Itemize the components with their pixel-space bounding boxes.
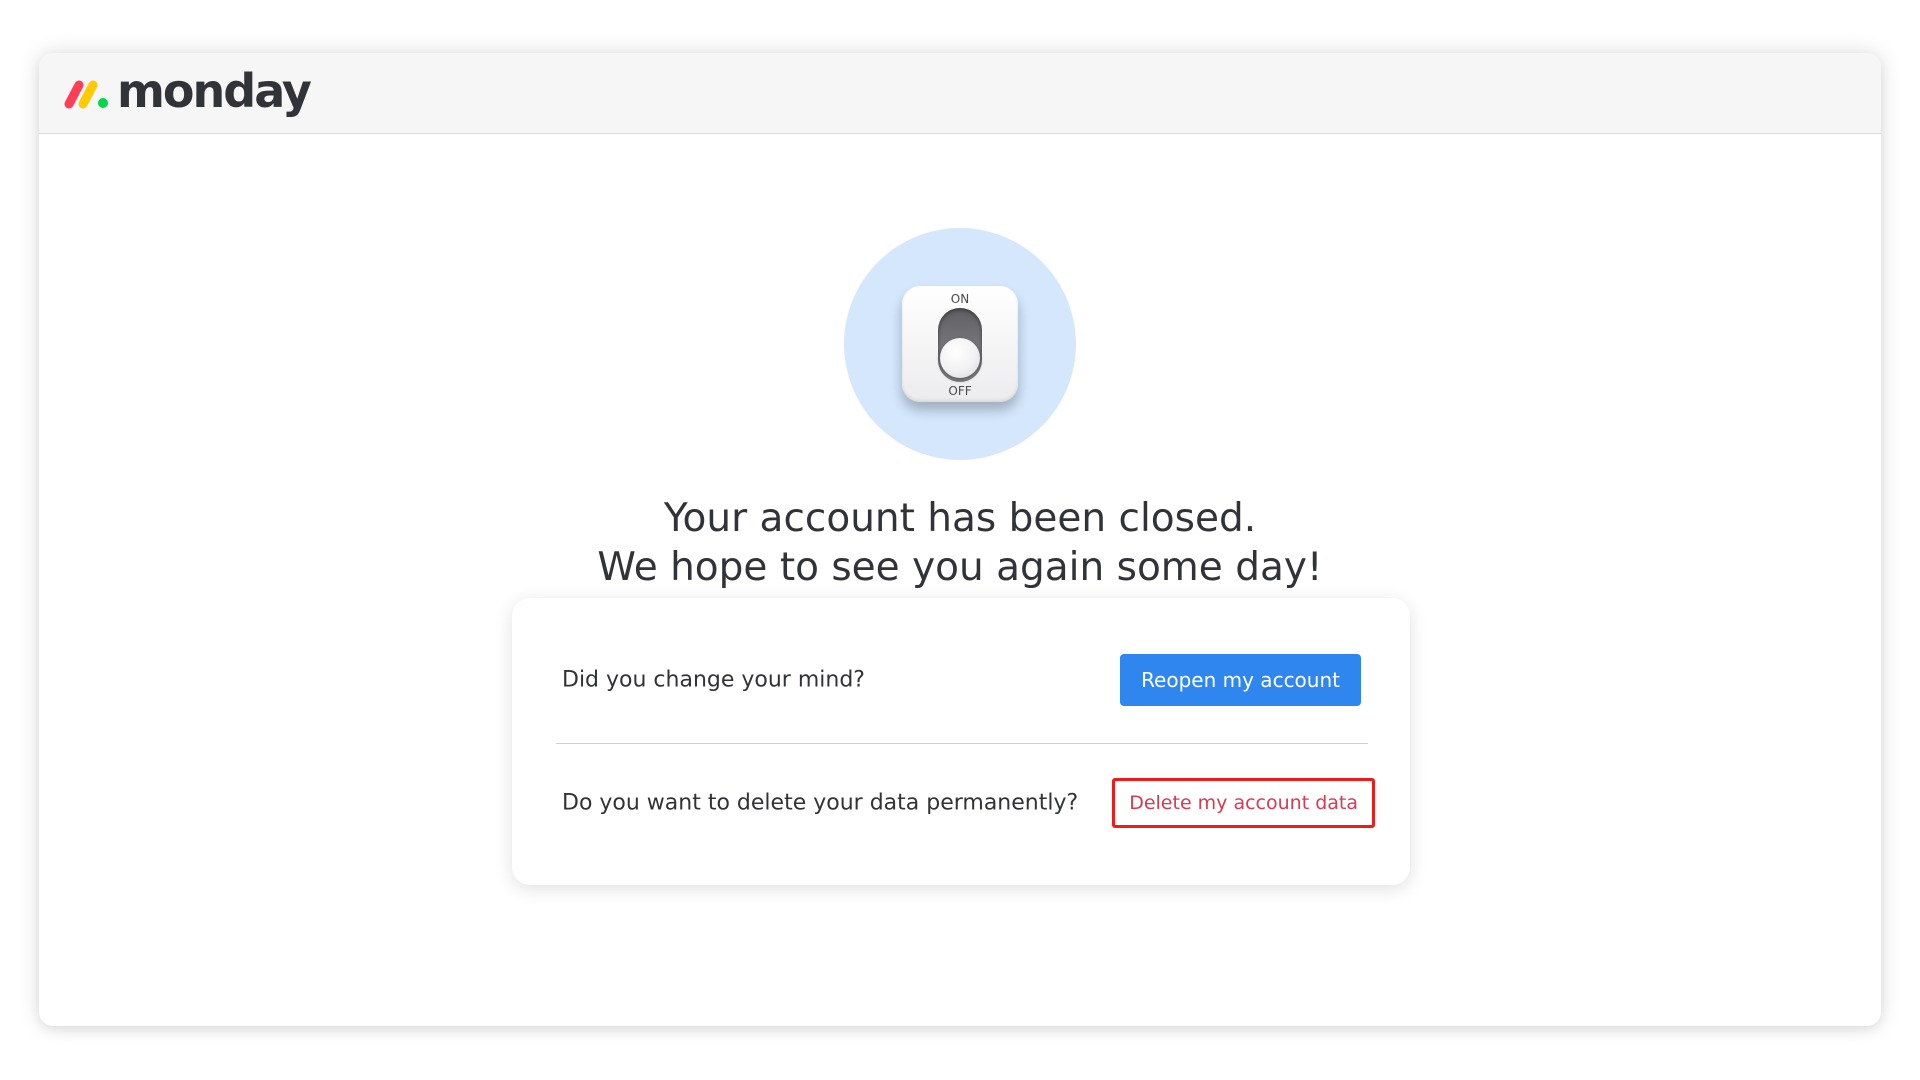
page-title: Your account has been closed. We hope to… [39, 494, 1881, 592]
delete-account-data-button[interactable]: Delete my account data [1112, 778, 1375, 828]
title-line-1: Your account has been closed. [663, 496, 1257, 541]
top-bar: monday [39, 53, 1881, 134]
divider [556, 743, 1368, 744]
brand-name: monday [117, 64, 312, 118]
switch-on-label: ON [950, 292, 970, 306]
account-closed-illustration: ON OFF [844, 228, 1076, 460]
on-off-switch-icon: ON OFF [902, 286, 1018, 402]
title-line-2: We hope to see you again some day! [597, 545, 1323, 590]
app-window: monday ON OFF Your account has been clos… [39, 53, 1881, 1026]
switch-knob [940, 338, 980, 378]
reopen-row: Did you change your mind? Reopen my acco… [512, 654, 1410, 706]
delete-row: Do you want to delete your data permanen… [512, 778, 1410, 828]
main-content: ON OFF Your account has been closed. We … [39, 134, 1881, 1026]
monday-logo[interactable]: monday [63, 63, 312, 123]
switch-off-label: OFF [948, 384, 972, 398]
monday-logo-mark-icon [64, 80, 108, 109]
account-options-card: Did you change your mind? Reopen my acco… [512, 598, 1410, 885]
switch-track [938, 308, 982, 382]
reopen-account-button[interactable]: Reopen my account [1120, 654, 1361, 706]
reopen-prompt: Did you change your mind? [562, 667, 865, 693]
delete-prompt: Do you want to delete your data permanen… [562, 790, 1079, 816]
